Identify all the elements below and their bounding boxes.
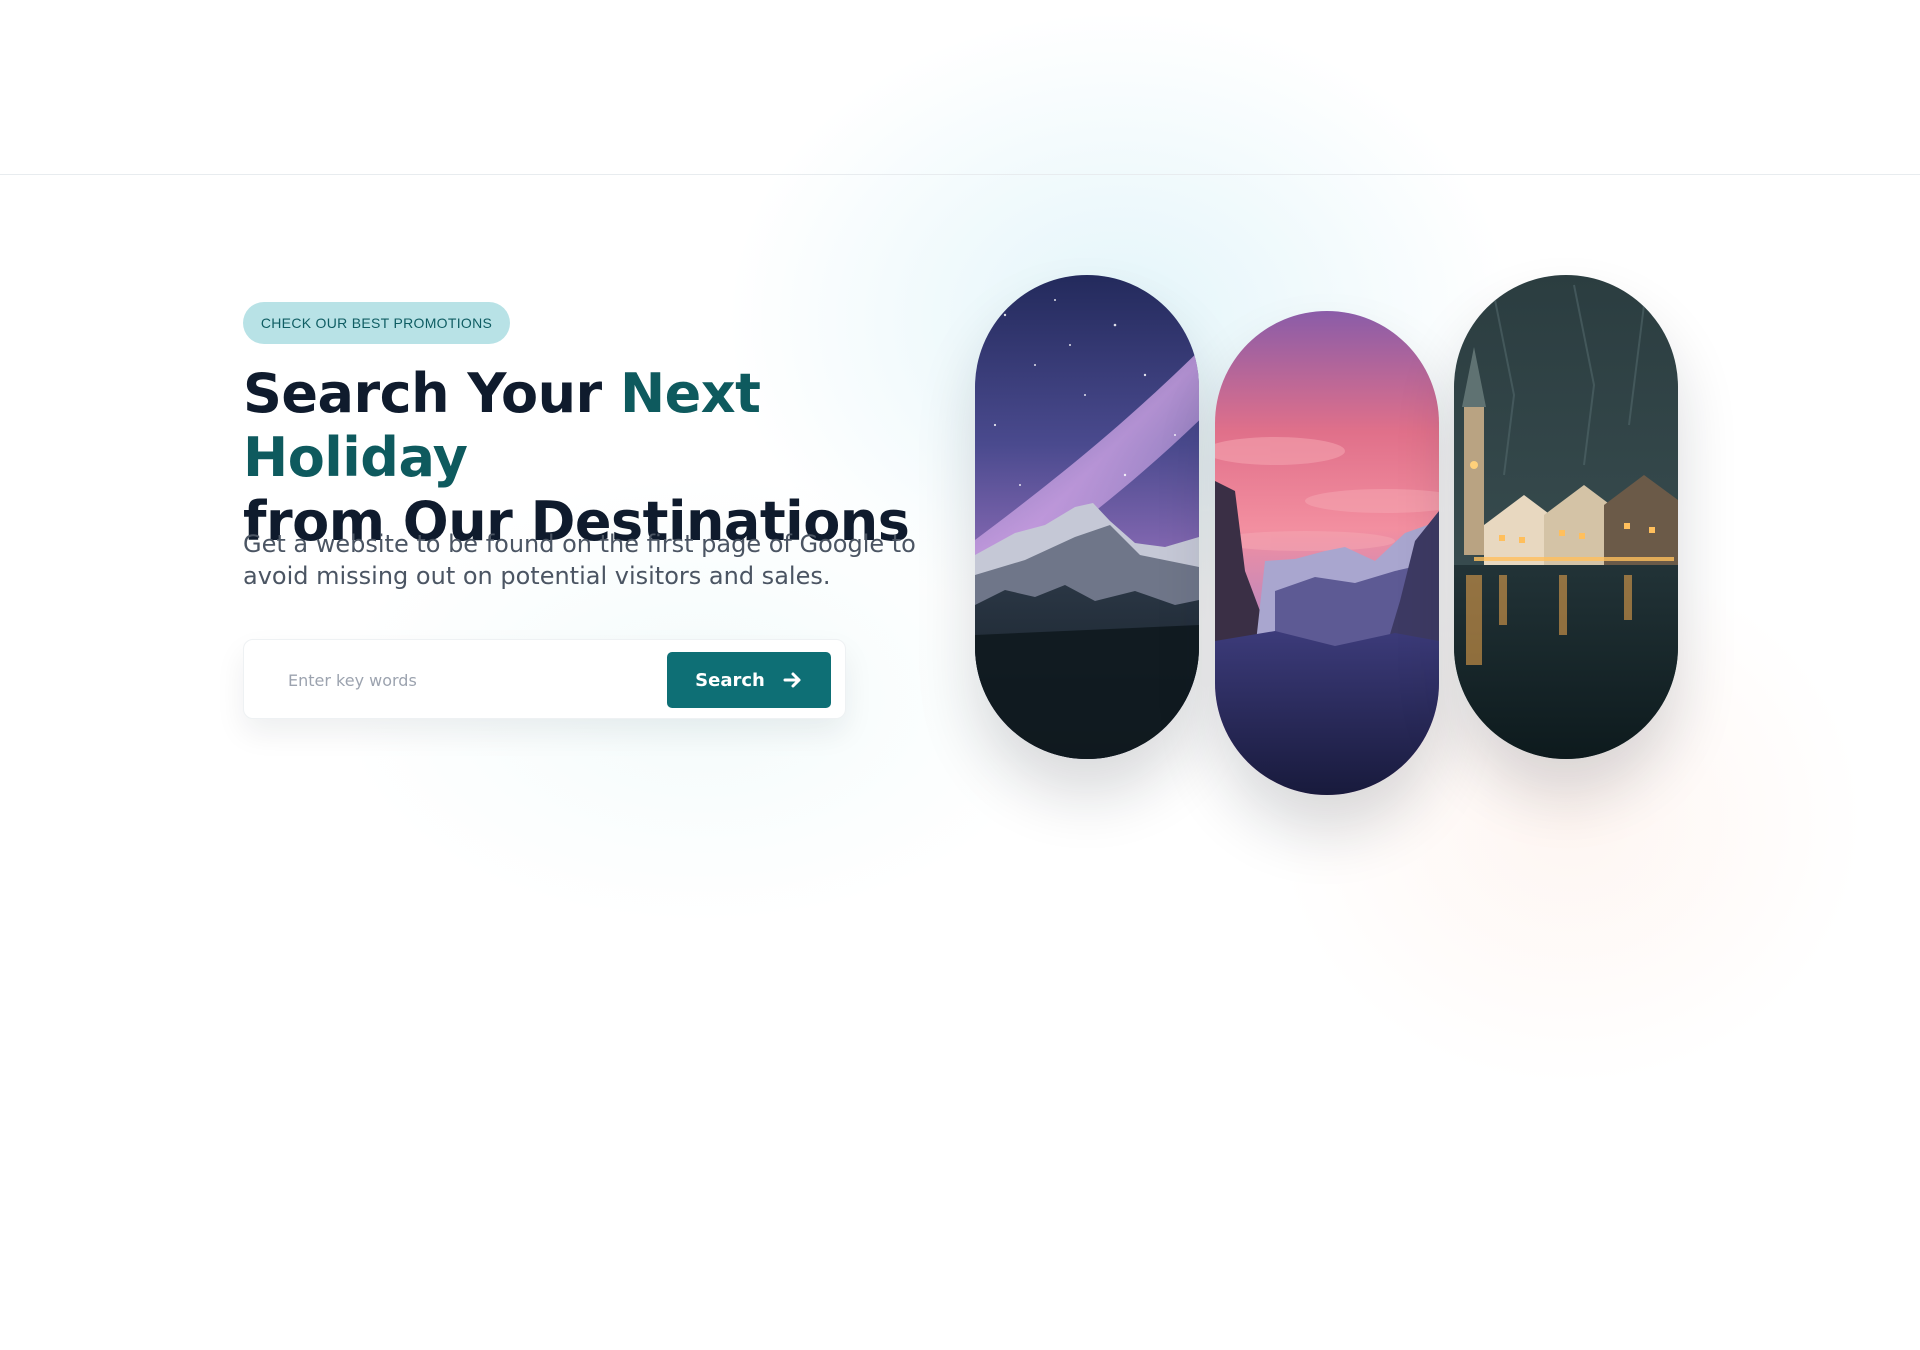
destination-photo-lakeside-village[interactable] — [1454, 275, 1678, 759]
search-button-label: Search — [695, 669, 765, 691]
header-bar — [0, 0, 1920, 175]
hero-title-part1: Search Your — [243, 362, 620, 425]
hero-subtitle: Get a website to be found on the first p… — [243, 530, 916, 590]
promo-badge-label: CHECK OUR BEST PROMOTIONS — [260, 315, 493, 331]
search-button[interactable]: Search — [667, 652, 831, 708]
arrow-right-icon — [783, 671, 803, 689]
hero-title: Search Your Next Holiday from Our Destina… — [243, 362, 963, 554]
destination-photo-milky-way[interactable] — [975, 275, 1199, 759]
search-box: Search — [243, 639, 846, 719]
lakeside-village-night-photo — [1454, 275, 1678, 759]
milky-way-mountain-photo — [975, 275, 1199, 759]
search-input[interactable] — [276, 660, 636, 700]
promo-badge[interactable]: CHECK OUR BEST PROMOTIONS — [243, 302, 510, 344]
sunset-valley-photo — [1215, 311, 1439, 795]
destination-photo-sunset-valley[interactable] — [1215, 311, 1439, 795]
